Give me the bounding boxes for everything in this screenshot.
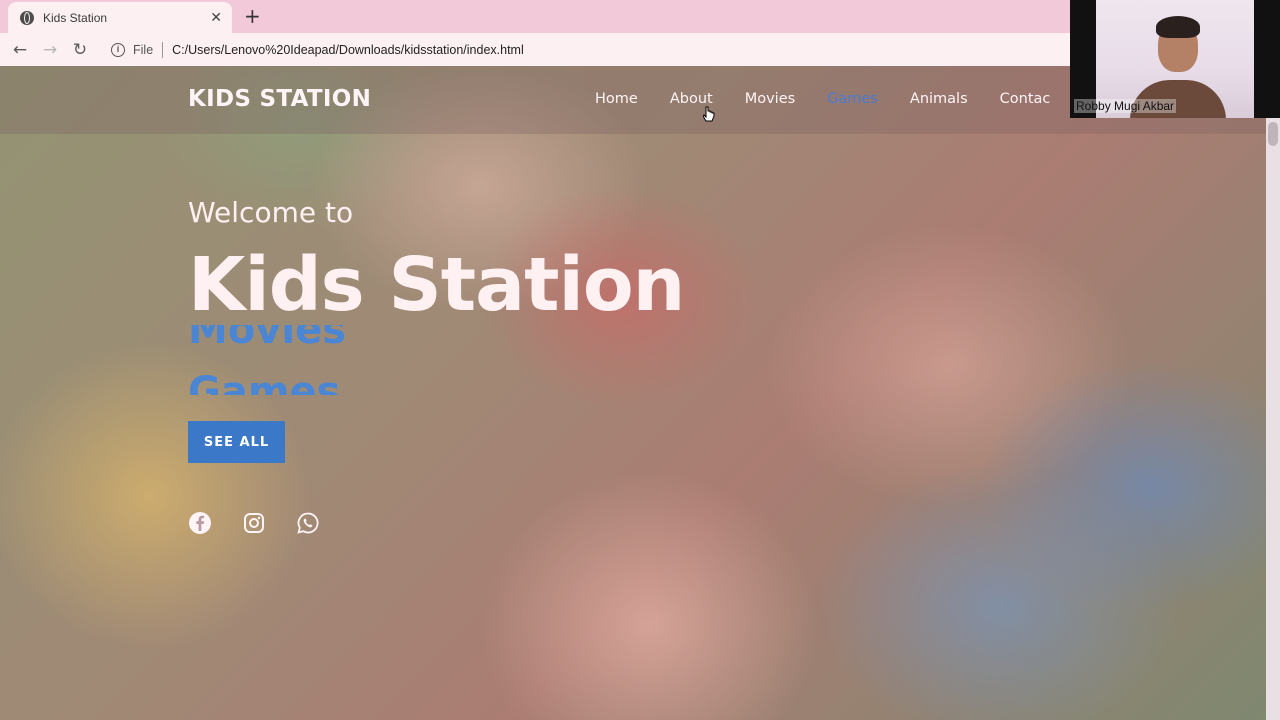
address-bar: ← → ↻ i File C:/Users/Lenovo%20Ideapad/D… [0,33,1070,66]
instagram-icon[interactable] [242,511,266,535]
forward-button[interactable]: → [35,40,65,60]
site-logo[interactable]: KIDS STATION [188,86,371,112]
page-scrollbar[interactable] [1266,118,1280,720]
new-tab-button[interactable]: + [244,4,261,28]
social-links [188,511,684,535]
back-button[interactable]: ← [5,40,35,60]
globe-icon [20,10,34,25]
hero-section: Welcome to Kids Station Movies Games SEE… [188,196,685,535]
nav-contact[interactable]: Contac [1000,91,1051,107]
nav-movies[interactable]: Movies [745,91,795,107]
hero-welcome: Welcome to [188,196,354,229]
scrollbar-thumb[interactable] [1268,122,1278,146]
nav-animals[interactable]: Animals [910,91,968,107]
pointer-cursor-icon [703,106,715,122]
file-label: File [133,42,154,57]
nav-links: Home About Movies Games Animals Contac [595,91,1082,107]
presenter-hair [1156,16,1200,38]
nav-about[interactable]: About [670,91,713,107]
tab-bar: Kids Station ✕ + [0,0,1070,33]
page-viewport: KIDS STATION Home About Movies Games Ani… [0,66,1280,720]
whatsapp-icon[interactable] [296,511,320,535]
divider [162,41,164,58]
presenter-name: Robby Mugi Akbar [1074,99,1177,113]
rotating-text: Movies Games [188,325,684,395]
browser-tab[interactable]: Kids Station ✕ [8,2,232,33]
rotating-word: Movies [188,325,347,353]
facebook-icon[interactable] [188,511,212,535]
tab-title: Kids Station [43,10,108,25]
see-all-button[interactable]: SEE ALL [188,421,285,463]
close-tab-icon[interactable]: ✕ [210,10,222,26]
nav-home[interactable]: Home [595,91,638,107]
hero-title: Kids Station [188,242,685,328]
site-info-icon[interactable]: i [111,42,125,57]
rotating-word: Games [188,369,341,395]
url-field[interactable]: C:/Users/Lenovo%20Ideapad/Downloads/kids… [172,43,524,57]
nav-games[interactable]: Games [827,91,878,107]
reload-button[interactable]: ↻ [65,40,95,60]
webcam-overlay: Robby Mugi Akbar [1070,0,1280,118]
